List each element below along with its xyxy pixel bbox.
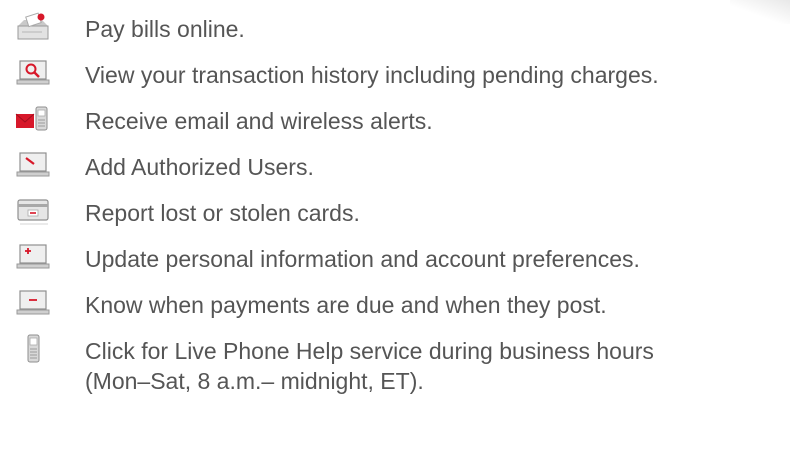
feature-text: Receive email and wireless alerts.: [85, 108, 433, 134]
feature-text: Know when payments are due and when they…: [85, 292, 607, 318]
phone-help-icon: [14, 334, 52, 364]
feature-item-lost-cards: Report lost or stolen cards.: [0, 190, 790, 234]
feature-text: Report lost or stolen cards.: [85, 200, 360, 226]
feature-text: Click for Live Phone Help service during…: [85, 338, 654, 364]
email-wireless-alerts-icon: [14, 104, 52, 134]
transaction-search-icon: [14, 58, 52, 88]
feature-item-authorized-users: Add Authorized Users.: [0, 144, 790, 188]
feature-item-update-info: Update personal information and account …: [0, 236, 790, 280]
feature-item-alerts: Receive email and wireless alerts.: [0, 98, 790, 142]
feature-item-pay-bills: Pay bills online.: [0, 6, 790, 50]
payment-due-icon: [14, 288, 52, 318]
lost-card-icon: [14, 196, 52, 226]
update-info-icon: [14, 242, 52, 272]
feature-text: Pay bills online.: [85, 16, 245, 42]
feature-text: Add Authorized Users.: [85, 154, 314, 180]
bill-payment-icon: [14, 12, 52, 42]
feature-item-phone-help: Click for Live Phone Help service during…: [0, 328, 790, 408]
feature-item-payment-due: Know when payments are due and when they…: [0, 282, 790, 326]
feature-text-line-2: (Mon–Sat, 8 a.m.– midnight, ET).: [85, 368, 424, 394]
feature-item-transaction-history: View your transaction history including …: [0, 52, 790, 96]
feature-text: View your transaction history including …: [85, 62, 659, 88]
authorized-users-icon: [14, 150, 52, 180]
feature-text: Update personal information and account …: [85, 246, 640, 272]
